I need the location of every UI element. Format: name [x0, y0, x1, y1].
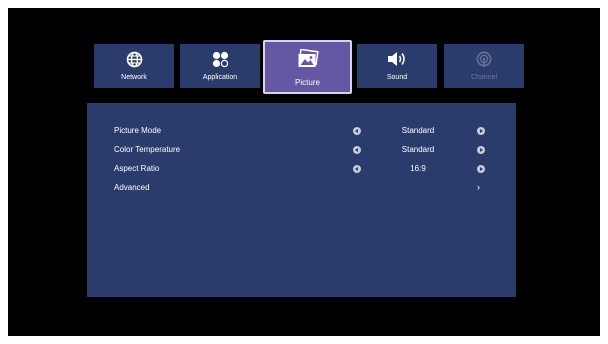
arrow-right-icon[interactable] [477, 127, 485, 135]
tab-label: Sound [386, 74, 408, 81]
arrow-left-icon[interactable] [353, 165, 361, 173]
setting-value: Standard [401, 126, 435, 135]
tab-label: Application [202, 74, 238, 81]
setting-value: Standard [401, 145, 435, 154]
tab-picture[interactable]: Picture [263, 40, 352, 94]
globe-icon [126, 50, 143, 68]
tab-application[interactable]: Application [180, 44, 260, 88]
arrow-right-icon[interactable] [477, 165, 485, 173]
setting-row-picture-mode[interactable]: Picture Mode Standard [87, 124, 516, 138]
setting-value: 16:9 [410, 164, 426, 173]
setting-label: Aspect Ratio [114, 164, 160, 173]
setting-label: Color Temperature [114, 145, 181, 154]
tab-network[interactable]: Network [94, 44, 174, 88]
tab-label: Network [121, 74, 147, 81]
setting-row-advanced[interactable]: Advanced › [87, 181, 516, 195]
arrow-left-icon[interactable] [353, 146, 361, 154]
setting-row-aspect-ratio[interactable]: Aspect Ratio 16:9 [87, 162, 516, 176]
arrow-right-icon[interactable] [477, 146, 485, 154]
tab-label: Picture [295, 78, 320, 87]
setting-row-color-temperature[interactable]: Color Temperature Standard [87, 143, 516, 157]
setting-label: Advanced [114, 183, 150, 192]
picture-icon [297, 48, 319, 70]
setting-label: Picture Mode [114, 126, 162, 135]
speaker-icon [387, 50, 407, 68]
picture-settings-panel: Picture Mode Standard Color Temperature … [87, 103, 516, 297]
tab-label: Channel [470, 74, 498, 81]
tab-sound[interactable]: Sound [357, 44, 437, 88]
arrow-left-icon[interactable] [353, 127, 361, 135]
apps-icon [212, 50, 229, 68]
tab-channel[interactable]: Channel [444, 44, 524, 88]
chevron-right-icon: › [477, 182, 480, 192]
antenna-icon [476, 50, 492, 68]
